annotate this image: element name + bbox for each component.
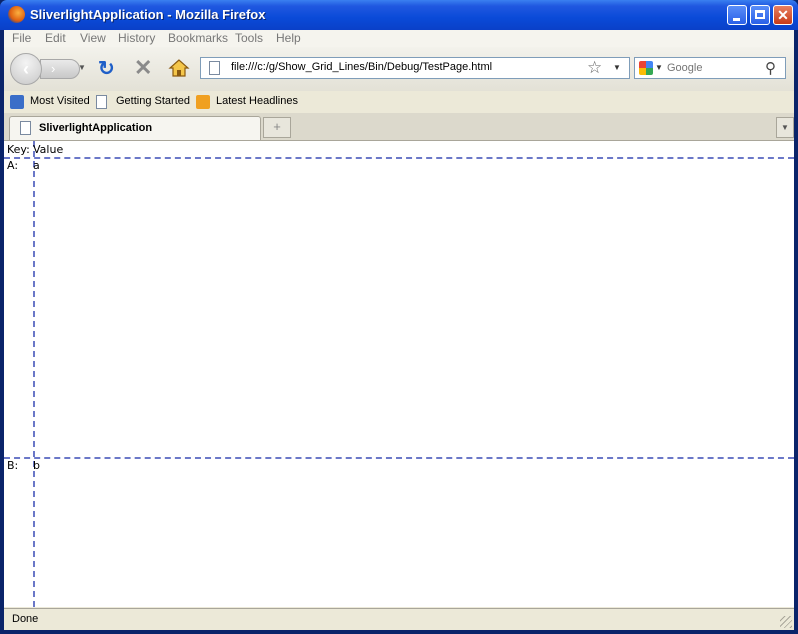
maximize-icon [755, 10, 765, 19]
close-button[interactable]: ✕ [773, 5, 793, 25]
status-bar: Done [4, 608, 794, 630]
tab-sliverlight-application[interactable]: SliverlightApplication [9, 116, 261, 140]
reload-icon[interactable]: ↻ [98, 59, 115, 79]
search-box: ▼ ⚲ [634, 57, 786, 79]
page-icon [20, 121, 31, 135]
row-a-value: a [33, 159, 40, 172]
menu-edit[interactable]: Edit [45, 31, 66, 45]
header-value: Value [33, 143, 64, 156]
row-b-value: b [33, 459, 40, 472]
url-dropdown-icon[interactable]: ▼ [613, 63, 621, 72]
close-icon: ✕ [777, 7, 789, 23]
menu-help[interactable]: Help [276, 31, 301, 45]
resize-grip-icon[interactable] [780, 616, 792, 628]
tab-strip: SliverlightApplication + ▼ [4, 113, 794, 141]
row-b-key: B: [7, 459, 19, 472]
home-icon[interactable] [168, 57, 190, 79]
menu-file[interactable]: File [12, 31, 31, 45]
back-forward-group: › ‹ [10, 53, 86, 85]
bookmark-label: Latest Headlines [216, 95, 298, 107]
star-icon[interactable]: ☆ [587, 58, 602, 78]
search-input[interactable] [667, 60, 763, 76]
bookmark-label: Getting Started [116, 95, 190, 107]
grid-row-divider [4, 157, 794, 159]
navigation-toolbar: › ‹ ▼ ↻ ✕ file:///c:/g/Show_Grid_Lines/B… [4, 47, 794, 92]
address-bar[interactable]: file:///c:/g/Show_Grid_Lines/Bin/Debug/T… [200, 57, 630, 79]
folder-icon [10, 95, 24, 109]
header-key: Key: [7, 143, 30, 156]
grid-column-divider [33, 141, 35, 607]
tab-label: SliverlightApplication [39, 122, 153, 134]
client-area: File Edit View History Bookmarks Tools H… [4, 30, 794, 630]
menu-view[interactable]: View [80, 31, 106, 45]
tab-list-dropdown-icon[interactable]: ▼ [776, 117, 794, 138]
page-icon [209, 61, 220, 75]
menu-bar: File Edit View History Bookmarks Tools H… [4, 30, 794, 47]
browser-window: SliverlightApplication - Mozilla Firefox… [0, 0, 798, 634]
stop-icon[interactable]: ✕ [134, 57, 152, 79]
magnifier-icon[interactable]: ⚲ [765, 59, 776, 77]
page-content: Key: Value A: a B: b [4, 141, 794, 607]
menu-bookmarks[interactable]: Bookmarks [168, 31, 228, 45]
row-a-key: A: [7, 159, 19, 172]
menu-tools[interactable]: Tools [235, 31, 263, 45]
title-bar[interactable]: SliverlightApplication - Mozilla Firefox… [0, 0, 798, 30]
window-title: SliverlightApplication - Mozilla Firefox [30, 7, 266, 22]
status-text: Done [12, 613, 39, 625]
forward-button[interactable]: › [40, 59, 80, 79]
bookmark-label: Most Visited [30, 95, 90, 107]
bookmarks-toolbar: Most Visited Getting Started Latest Head… [4, 91, 794, 113]
back-button[interactable]: ‹ [10, 53, 42, 85]
address-url[interactable]: file:///c:/g/Show_Grid_Lines/Bin/Debug/T… [231, 61, 492, 73]
firefox-icon [8, 6, 25, 23]
maximize-button[interactable] [750, 5, 770, 25]
forward-icon: › [51, 61, 56, 76]
plus-icon: + [273, 119, 281, 134]
google-icon[interactable] [639, 61, 653, 75]
minimize-button[interactable] [727, 5, 747, 25]
rss-icon [196, 95, 210, 109]
page-icon [96, 95, 107, 109]
minimize-icon [733, 18, 740, 21]
grid-row-divider [4, 457, 794, 459]
menu-history[interactable]: History [118, 31, 155, 45]
engine-dropdown-icon[interactable]: ▼ [655, 63, 663, 72]
new-tab-button[interactable]: + [263, 117, 291, 138]
back-icon: ‹ [23, 59, 29, 79]
history-dropdown-icon[interactable]: ▼ [78, 63, 86, 72]
